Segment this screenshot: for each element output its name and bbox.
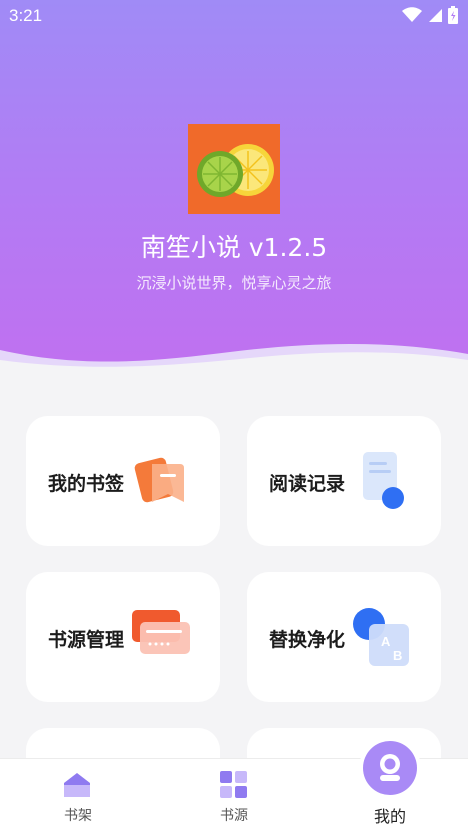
svg-text:A: A [381,634,391,649]
bookshelf-icon [62,771,92,803]
replace-ab-icon: A B [353,606,413,670]
profile-tab-button[interactable] [363,741,417,795]
signal-icon [427,7,443,28]
tab-bookshelf-label: 书架 [64,808,92,824]
grid-icon [220,771,248,803]
status-time: 3:21 [9,6,43,25]
source-management-card[interactable]: 书源管理 [26,572,220,702]
reading-history-icon [353,450,413,514]
bookmarks-card[interactable]: 我的书签 [26,416,220,546]
tab-sources[interactable]: 书源 [174,759,294,832]
source-management-label: 书源管理 [48,629,125,651]
reading-history-label: 阅读记录 [269,473,346,495]
bookmarks-label: 我的书签 [48,473,125,495]
hero-wave [0,344,468,382]
app-logo [188,124,280,214]
svg-text:B: B [393,648,402,663]
app-subtitle: 沉浸小说世界，悦享心灵之旅 [136,274,332,292]
replace-purify-card[interactable]: 替换净化 A B [247,572,441,702]
reading-history-card[interactable]: 阅读记录 [247,416,441,546]
status-bar: 3:21 [0,0,468,32]
wifi-icon [402,7,422,28]
profile-icon [376,753,404,787]
source-cards-icon [132,606,192,670]
bookmark-icon [132,450,192,514]
tab-bookshelf[interactable]: 书架 [18,759,138,832]
battery-icon [448,6,458,29]
tab-sources-label: 书源 [220,808,248,824]
tab-mine-label: 我的 [373,807,406,826]
replace-purify-label: 替换净化 [269,629,346,651]
app-title: 南笙小说 v1.2.5 [140,233,328,262]
